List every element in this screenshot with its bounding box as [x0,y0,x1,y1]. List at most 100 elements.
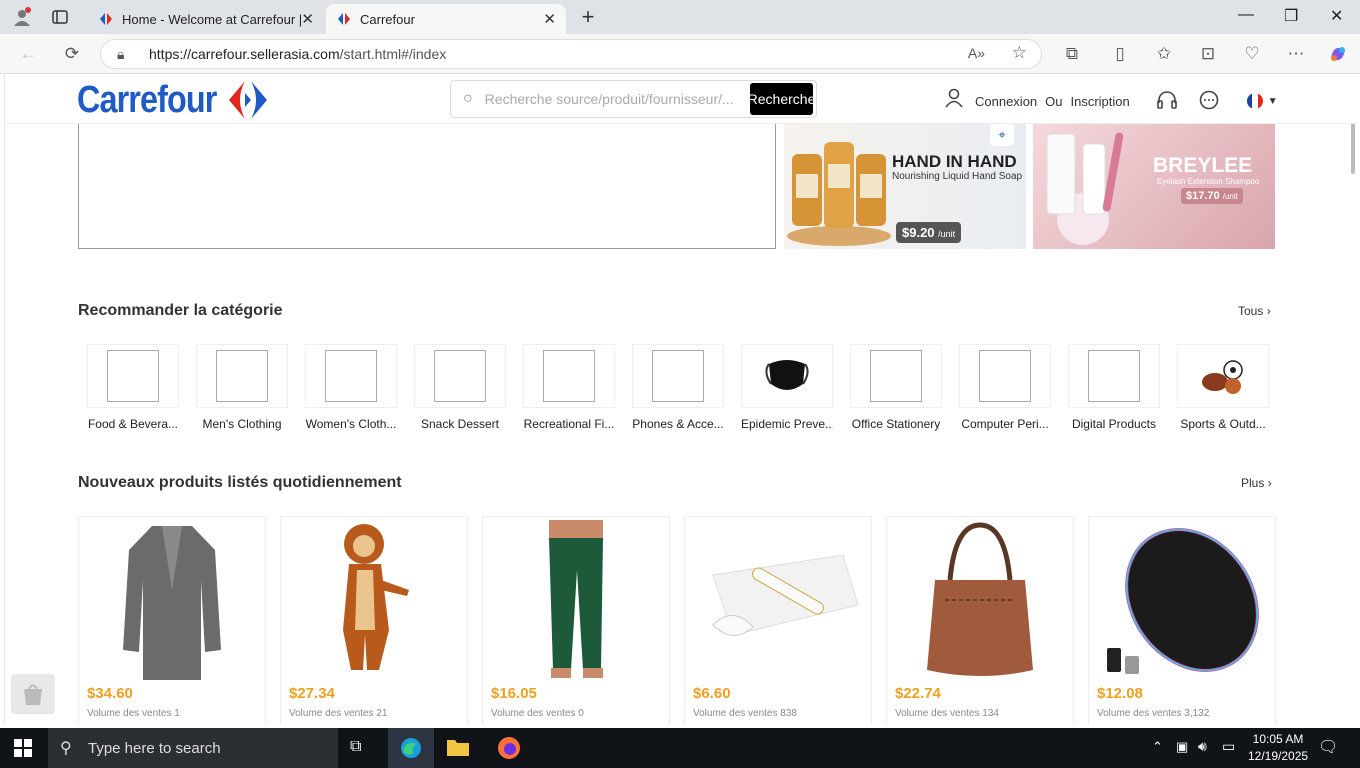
category-item[interactable]: Digital Products [1068,344,1160,431]
promo-eyelash-shampoo[interactable]: BREYLEE Eyelash Extension Shampoo $17.70… [1033,124,1275,249]
close-window-icon[interactable]: ✕ [1330,6,1343,26]
promo-headline: HAND IN HAND [892,152,1017,171]
category-item[interactable]: Computer Peri... [959,344,1051,431]
promo-headline: BREYLEE [1153,154,1253,177]
extensions-icon[interactable]: ⧉ [1060,42,1084,66]
address-toolbar: ← ⟳ 🔒︎ https://carrefour.sellerasia.com /… [0,34,1360,74]
france-flag-icon [1246,93,1263,109]
category-item[interactable]: Office Stationery [850,344,942,431]
product-price: $12.08 [1097,685,1143,702]
image-search-icon[interactable]: ⌖ [990,124,1014,146]
profile-icon[interactable] [10,6,34,28]
product-price: $34.60 [87,685,133,702]
meet-now-icon[interactable]: ▣ [1176,739,1188,755]
read-aloud-icon[interactable]: A» [968,45,985,61]
category-label: Computer Peri... [961,417,1049,431]
page-scrollbar[interactable] [1349,74,1356,724]
product-card[interactable]: $16.05 Volume des ventes 0 [482,516,670,724]
search-input[interactable]: Recherche source/produit/fournisseur/... [485,91,750,107]
chat-icon[interactable] [1198,90,1220,113]
firefox-icon[interactable] [496,735,522,766]
headset-icon[interactable] [1156,90,1178,113]
category-item[interactable]: Food & Bevera... [87,344,179,431]
carrefour-favicon-icon [98,11,114,27]
all-categories-link[interactable]: Tous › [1238,304,1271,318]
notifications-icon[interactable]: 🗨︎ [1318,737,1338,757]
category-image [523,344,615,408]
search-icon: ⚲ [60,740,72,757]
user-icon[interactable] [945,88,963,114]
more-products-link[interactable]: Plus › [1241,476,1272,490]
close-tab-icon[interactable]: ✕ [543,10,556,28]
category-item[interactable]: Women's Cloth... [305,344,397,431]
taskbar-search[interactable]: ⚲ Type here to search [48,728,338,768]
product-price: $27.34 [289,685,335,702]
category-image [305,344,397,408]
register-link[interactable]: Inscription [1071,94,1130,109]
soap-bottles-image [787,142,891,246]
more-menu-icon[interactable]: ⋯ [1284,42,1308,66]
chevron-right-icon: › [1266,304,1271,318]
category-image [741,344,833,408]
category-item[interactable]: Phones & Acce... [632,344,724,431]
category-label: Sports & Outd... [1180,417,1266,431]
windows-start-icon[interactable] [14,739,32,762]
favorites-icon[interactable]: ✩ [1152,42,1176,66]
or-text: Ou [1045,93,1063,109]
category-item[interactable]: Men's Clothing [196,344,288,431]
split-screen-icon[interactable]: ▯ [1108,42,1132,66]
broken-image-icon [1088,350,1140,402]
broken-image-icon [979,350,1031,402]
login-link[interactable]: Connexion [975,94,1037,109]
site-info-icon[interactable]: 🔒︎ [117,46,124,63]
shampoo-product-image [1046,132,1124,245]
network-icon[interactable]: ▭ [1222,738,1235,755]
refresh-icon[interactable]: ⟳ [60,42,84,66]
category-item[interactable]: Snack Dessert [414,344,506,431]
category-item[interactable]: Epidemic Preve... [741,344,833,431]
volume-icon[interactable]: 🔊︎ [1198,738,1207,755]
tab-carrefour[interactable]: Carrefour ✕ [326,4,566,34]
task-view-icon[interactable]: ⧉ [350,738,361,756]
url-field[interactable]: 🔒︎ https://carrefour.sellerasia.com/star… [100,39,1042,69]
copilot-icon[interactable] [1326,42,1350,66]
system-clock[interactable]: 10:05 AM 12/19/2025 [1248,731,1308,765]
product-card[interactable]: $6.60 Volume des ventes 838 [684,516,872,724]
product-card[interactable]: $22.74 Volume des ventes 134 [886,516,1074,724]
close-tab-icon[interactable]: ✕ [301,10,314,28]
minimize-icon[interactable]: — [1238,6,1254,24]
category-item[interactable]: Recreational Fi... [523,344,615,431]
leather-handbag-image [927,522,1033,676]
category-label: Women's Cloth... [305,417,397,431]
language-selector[interactable]: ▼ [1246,92,1278,110]
tab-actions-icon[interactable] [48,6,72,28]
broken-image-icon [216,350,268,402]
collections-icon[interactable]: ⊡ [1196,42,1220,66]
file-explorer-icon[interactable] [446,736,470,763]
category-item[interactable]: Sports & Outd... [1177,344,1269,431]
back-icon[interactable]: ← [16,42,40,66]
restore-icon[interactable]: ❐ [1284,6,1298,26]
new-tab-icon[interactable]: + [576,4,600,29]
site-header: Carrefour ○ Recherche source/produit/fou… [5,74,1356,124]
search-button[interactable]: Recherche [750,83,813,115]
edge-taskbar-icon[interactable] [388,728,434,768]
tab-home[interactable]: Home - Welcome at Carrefour | C ✕ [88,4,324,34]
carrefour-logo[interactable]: Carrefour [77,78,273,122]
product-price: $22.74 [895,685,941,702]
favorite-star-icon[interactable]: ☆ [1012,43,1027,63]
product-card[interactable]: $27.34 Volume des ventes 21 [280,516,468,724]
windows-taskbar: ⚲ Type here to search ⧉ ⌃ ▣ 🔊︎ ▭ 10:05 A… [0,728,1360,768]
taskbar-search-input[interactable]: Type here to search [88,740,221,757]
products-section-title: Nouveaux produits listés quotidiennement [78,474,402,491]
new-items-floating-icon[interactable] [11,674,55,714]
promo-hand-soap[interactable]: HAND IN HAND Nourishing Liquid Hand Soap… [784,124,1026,249]
tab-title: Carrefour [360,11,415,27]
performance-icon[interactable]: ♡ [1240,42,1264,66]
product-card[interactable]: $34.60 Volume des ventes 1 [78,516,266,724]
product-sales-volume: Volume des ventes 0 [491,708,584,719]
show-hidden-icons[interactable]: ⌃ [1152,739,1163,755]
product-card[interactable]: $12.08 Volume des ventes 3,132 [1088,516,1276,724]
category-label: Food & Bevera... [87,417,179,431]
broken-image-icon [870,350,922,402]
